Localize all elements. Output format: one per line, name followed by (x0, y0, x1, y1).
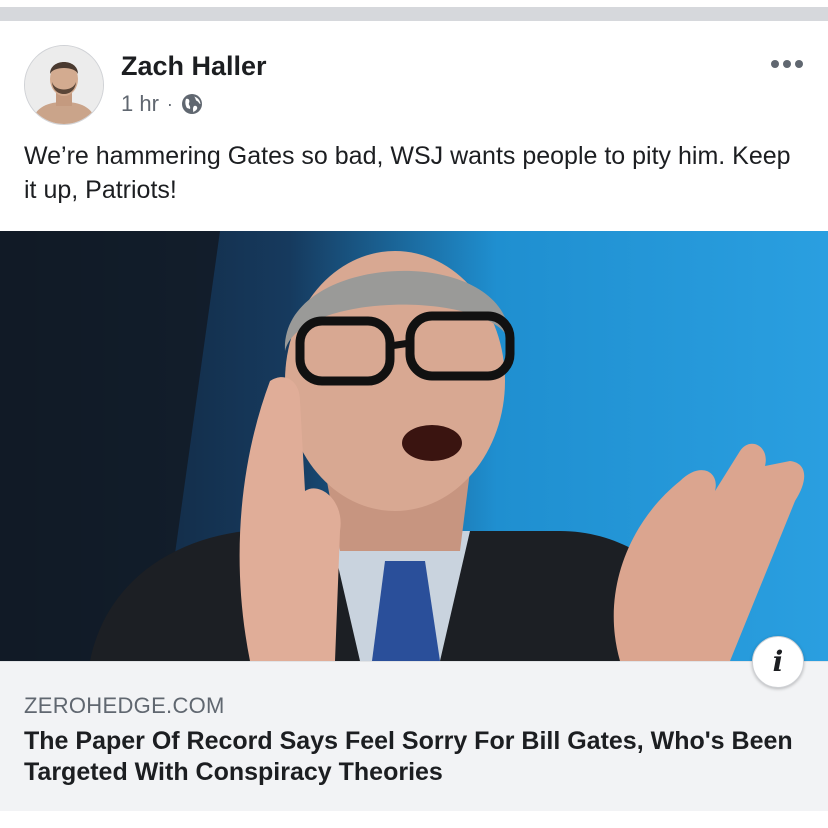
avatar[interactable] (24, 45, 104, 125)
post-timestamp[interactable]: 1 hr (121, 91, 159, 117)
post-meta: 1 hr · (121, 91, 203, 117)
meta-separator: · (166, 93, 173, 114)
avatar-photo (25, 46, 103, 124)
top-spacer (0, 0, 828, 7)
post-header: Zach Haller 1 hr · (0, 21, 828, 131)
globe-icon[interactable] (181, 93, 203, 115)
author-name[interactable]: Zach Haller (121, 51, 267, 82)
bottom-spacer (0, 811, 828, 828)
facebook-post: Zach Haller 1 hr · We’re hammering Gates… (0, 0, 828, 828)
more-options-icon[interactable] (770, 57, 804, 71)
link-preview-image[interactable] (0, 231, 828, 661)
link-domain: ZEROHEDGE.COM (24, 693, 225, 718)
link-title[interactable]: The Paper Of Record Says Feel Sorry For … (24, 726, 814, 788)
man-photo (0, 231, 828, 661)
info-glyph: i (772, 645, 784, 678)
info-icon[interactable]: i (752, 636, 804, 688)
post-text: We’re hammering Gates so bad, WSJ wants … (24, 142, 791, 204)
link-preview-card[interactable]: ZEROHEDGE.COM The Paper Of Record Says F… (0, 661, 828, 812)
feed-divider (0, 7, 828, 21)
